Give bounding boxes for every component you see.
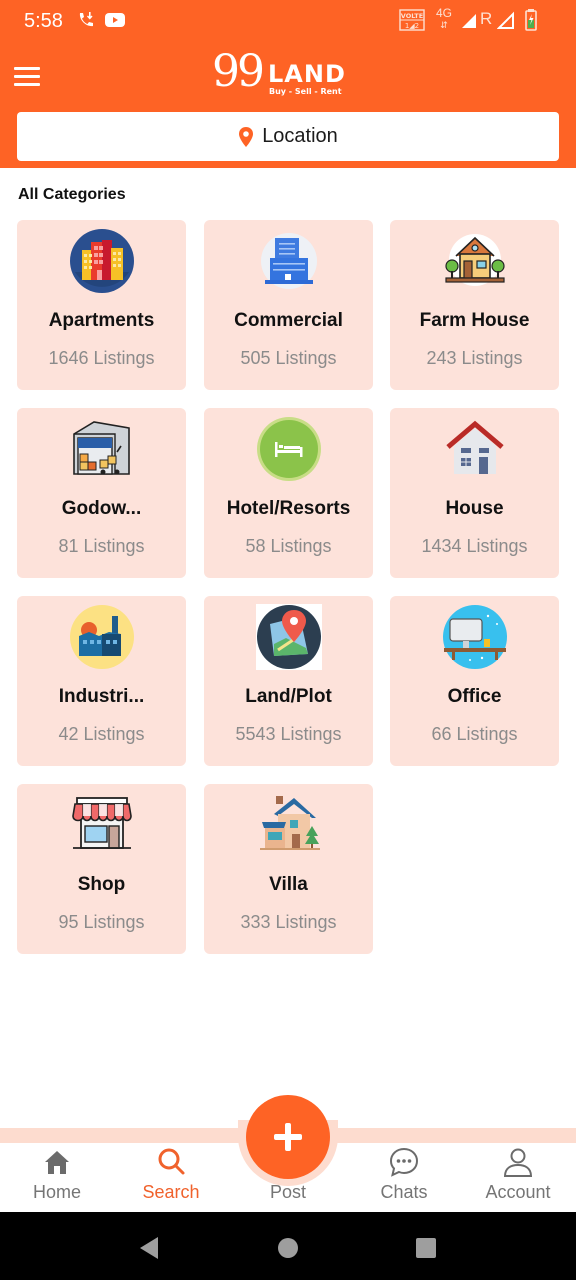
nav-post[interactable]: Post bbox=[238, 1146, 338, 1210]
volte-icon: VOLTE 1◢2 bbox=[399, 9, 425, 31]
category-name: Shop bbox=[77, 874, 126, 895]
villa-icon bbox=[259, 796, 320, 850]
nav-home[interactable]: Home bbox=[7, 1146, 107, 1210]
status-time: 5:58 bbox=[24, 10, 63, 32]
land-plot-icon bbox=[255, 604, 322, 670]
nav-label: Post bbox=[269, 1182, 307, 1202]
category-name: Land/Plot bbox=[245, 686, 332, 707]
category-count: 66 Listings bbox=[431, 724, 518, 744]
logo-tagline: Buy - Sell - Rent bbox=[269, 87, 342, 96]
category-name: Hotel/Resorts bbox=[226, 498, 351, 519]
category-count: 58 Listings bbox=[245, 536, 332, 556]
nav-label: Chats bbox=[380, 1182, 428, 1202]
category-card-house[interactable]: House 1434 Listings bbox=[390, 408, 559, 578]
hamburger-line bbox=[14, 83, 40, 86]
category-card-villa[interactable]: Villa 333 Listings bbox=[204, 784, 373, 954]
house-icon bbox=[445, 420, 504, 474]
category-card-hotel-resorts[interactable]: Hotel/Resorts 58 Listings bbox=[204, 408, 373, 578]
home-circle-icon[interactable] bbox=[277, 1235, 299, 1261]
hamburger-line bbox=[14, 75, 40, 78]
svg-text:VOLTE: VOLTE bbox=[401, 12, 423, 20]
location-selector[interactable]: Location bbox=[17, 112, 559, 161]
back-icon[interactable] bbox=[137, 1235, 161, 1261]
svg-text:1◢2: 1◢2 bbox=[405, 22, 419, 30]
category-card-office[interactable]: Office 66 Listings bbox=[390, 596, 559, 766]
hotel-icon bbox=[256, 417, 321, 481]
section-title: All Categories bbox=[18, 186, 126, 203]
location-placeholder: Location bbox=[262, 125, 338, 147]
category-count: 5543 Listings bbox=[235, 724, 342, 744]
nav-chats[interactable]: Chats bbox=[354, 1146, 454, 1210]
logo-word: LAND bbox=[268, 60, 346, 88]
nav-search[interactable]: Search bbox=[121, 1146, 221, 1210]
category-name: Godow... bbox=[61, 498, 142, 519]
category-name: Industri... bbox=[58, 686, 145, 707]
office-icon bbox=[442, 605, 507, 669]
hamburger-line bbox=[14, 67, 40, 70]
app-header: 5:58 VOLTE 1◢2 4G ⇵ R 99 LAND Buy - Sell… bbox=[0, 0, 576, 168]
category-name: Farm House bbox=[419, 310, 530, 331]
category-card-godown[interactable]: Godow... 81 Listings bbox=[17, 408, 186, 578]
app-logo: 99 LAND Buy - Sell - Rent bbox=[212, 46, 362, 102]
category-name: Office bbox=[447, 686, 502, 707]
category-card-farm-house[interactable]: Farm House 243 Listings bbox=[390, 220, 559, 390]
chat-icon bbox=[389, 1147, 419, 1177]
nav-label: Search bbox=[142, 1182, 200, 1202]
commercial-icon bbox=[260, 233, 317, 289]
account-icon bbox=[503, 1148, 533, 1177]
category-count: 1646 Listings bbox=[48, 348, 155, 368]
network-label: 4G bbox=[436, 6, 453, 20]
nav-label: Home bbox=[32, 1182, 81, 1202]
wifi-call-icon bbox=[79, 12, 93, 27]
post-spacer bbox=[272, 1146, 304, 1178]
nav-label: Account bbox=[485, 1182, 551, 1202]
category-card-apartments[interactable]: Apartments 1646 Listings bbox=[17, 220, 186, 390]
nav-account[interactable]: Account bbox=[468, 1146, 568, 1210]
category-name: Apartments bbox=[48, 310, 155, 331]
category-card-land-plot[interactable]: Land/Plot 5543 Listings bbox=[204, 596, 373, 766]
category-name: House bbox=[445, 498, 504, 519]
battery-charging-icon bbox=[525, 9, 537, 31]
status-bar: 5:58 VOLTE 1◢2 4G ⇵ R bbox=[0, 0, 576, 44]
apartments-icon bbox=[69, 229, 134, 293]
category-count: 1434 Listings bbox=[421, 536, 528, 556]
category-count: 333 Listings bbox=[240, 912, 337, 932]
recents-icon[interactable] bbox=[415, 1235, 437, 1261]
category-card-shop[interactable]: Shop 95 Listings bbox=[17, 784, 186, 954]
location-pin-icon bbox=[239, 126, 254, 147]
system-navigation-bar bbox=[0, 1212, 576, 1280]
signal-icon bbox=[462, 14, 476, 28]
shop-icon bbox=[71, 797, 132, 849]
menu-button[interactable] bbox=[14, 67, 42, 87]
godown-icon bbox=[72, 421, 130, 475]
category-count: 243 Listings bbox=[426, 348, 523, 368]
farm-house-icon bbox=[444, 234, 505, 286]
roaming-label: R bbox=[480, 9, 493, 28]
category-card-industrial[interactable]: Industri... 42 Listings bbox=[17, 596, 186, 766]
category-count: 81 Listings bbox=[58, 536, 145, 556]
search-icon bbox=[158, 1148, 185, 1175]
4g-icon: 4G ⇵ bbox=[436, 6, 453, 30]
category-count: 42 Listings bbox=[58, 724, 145, 744]
category-count: 505 Listings bbox=[240, 348, 337, 368]
category-card-commercial[interactable]: Commercial 505 Listings bbox=[204, 220, 373, 390]
industrial-icon bbox=[69, 605, 134, 669]
signal-icon-2 bbox=[497, 11, 514, 29]
category-name: Commercial bbox=[234, 310, 343, 331]
logo-number: 99 bbox=[212, 46, 265, 97]
youtube-icon bbox=[105, 13, 125, 27]
category-count: 95 Listings bbox=[58, 912, 145, 932]
category-name: Villa bbox=[269, 874, 308, 895]
home-icon bbox=[45, 1151, 69, 1174]
